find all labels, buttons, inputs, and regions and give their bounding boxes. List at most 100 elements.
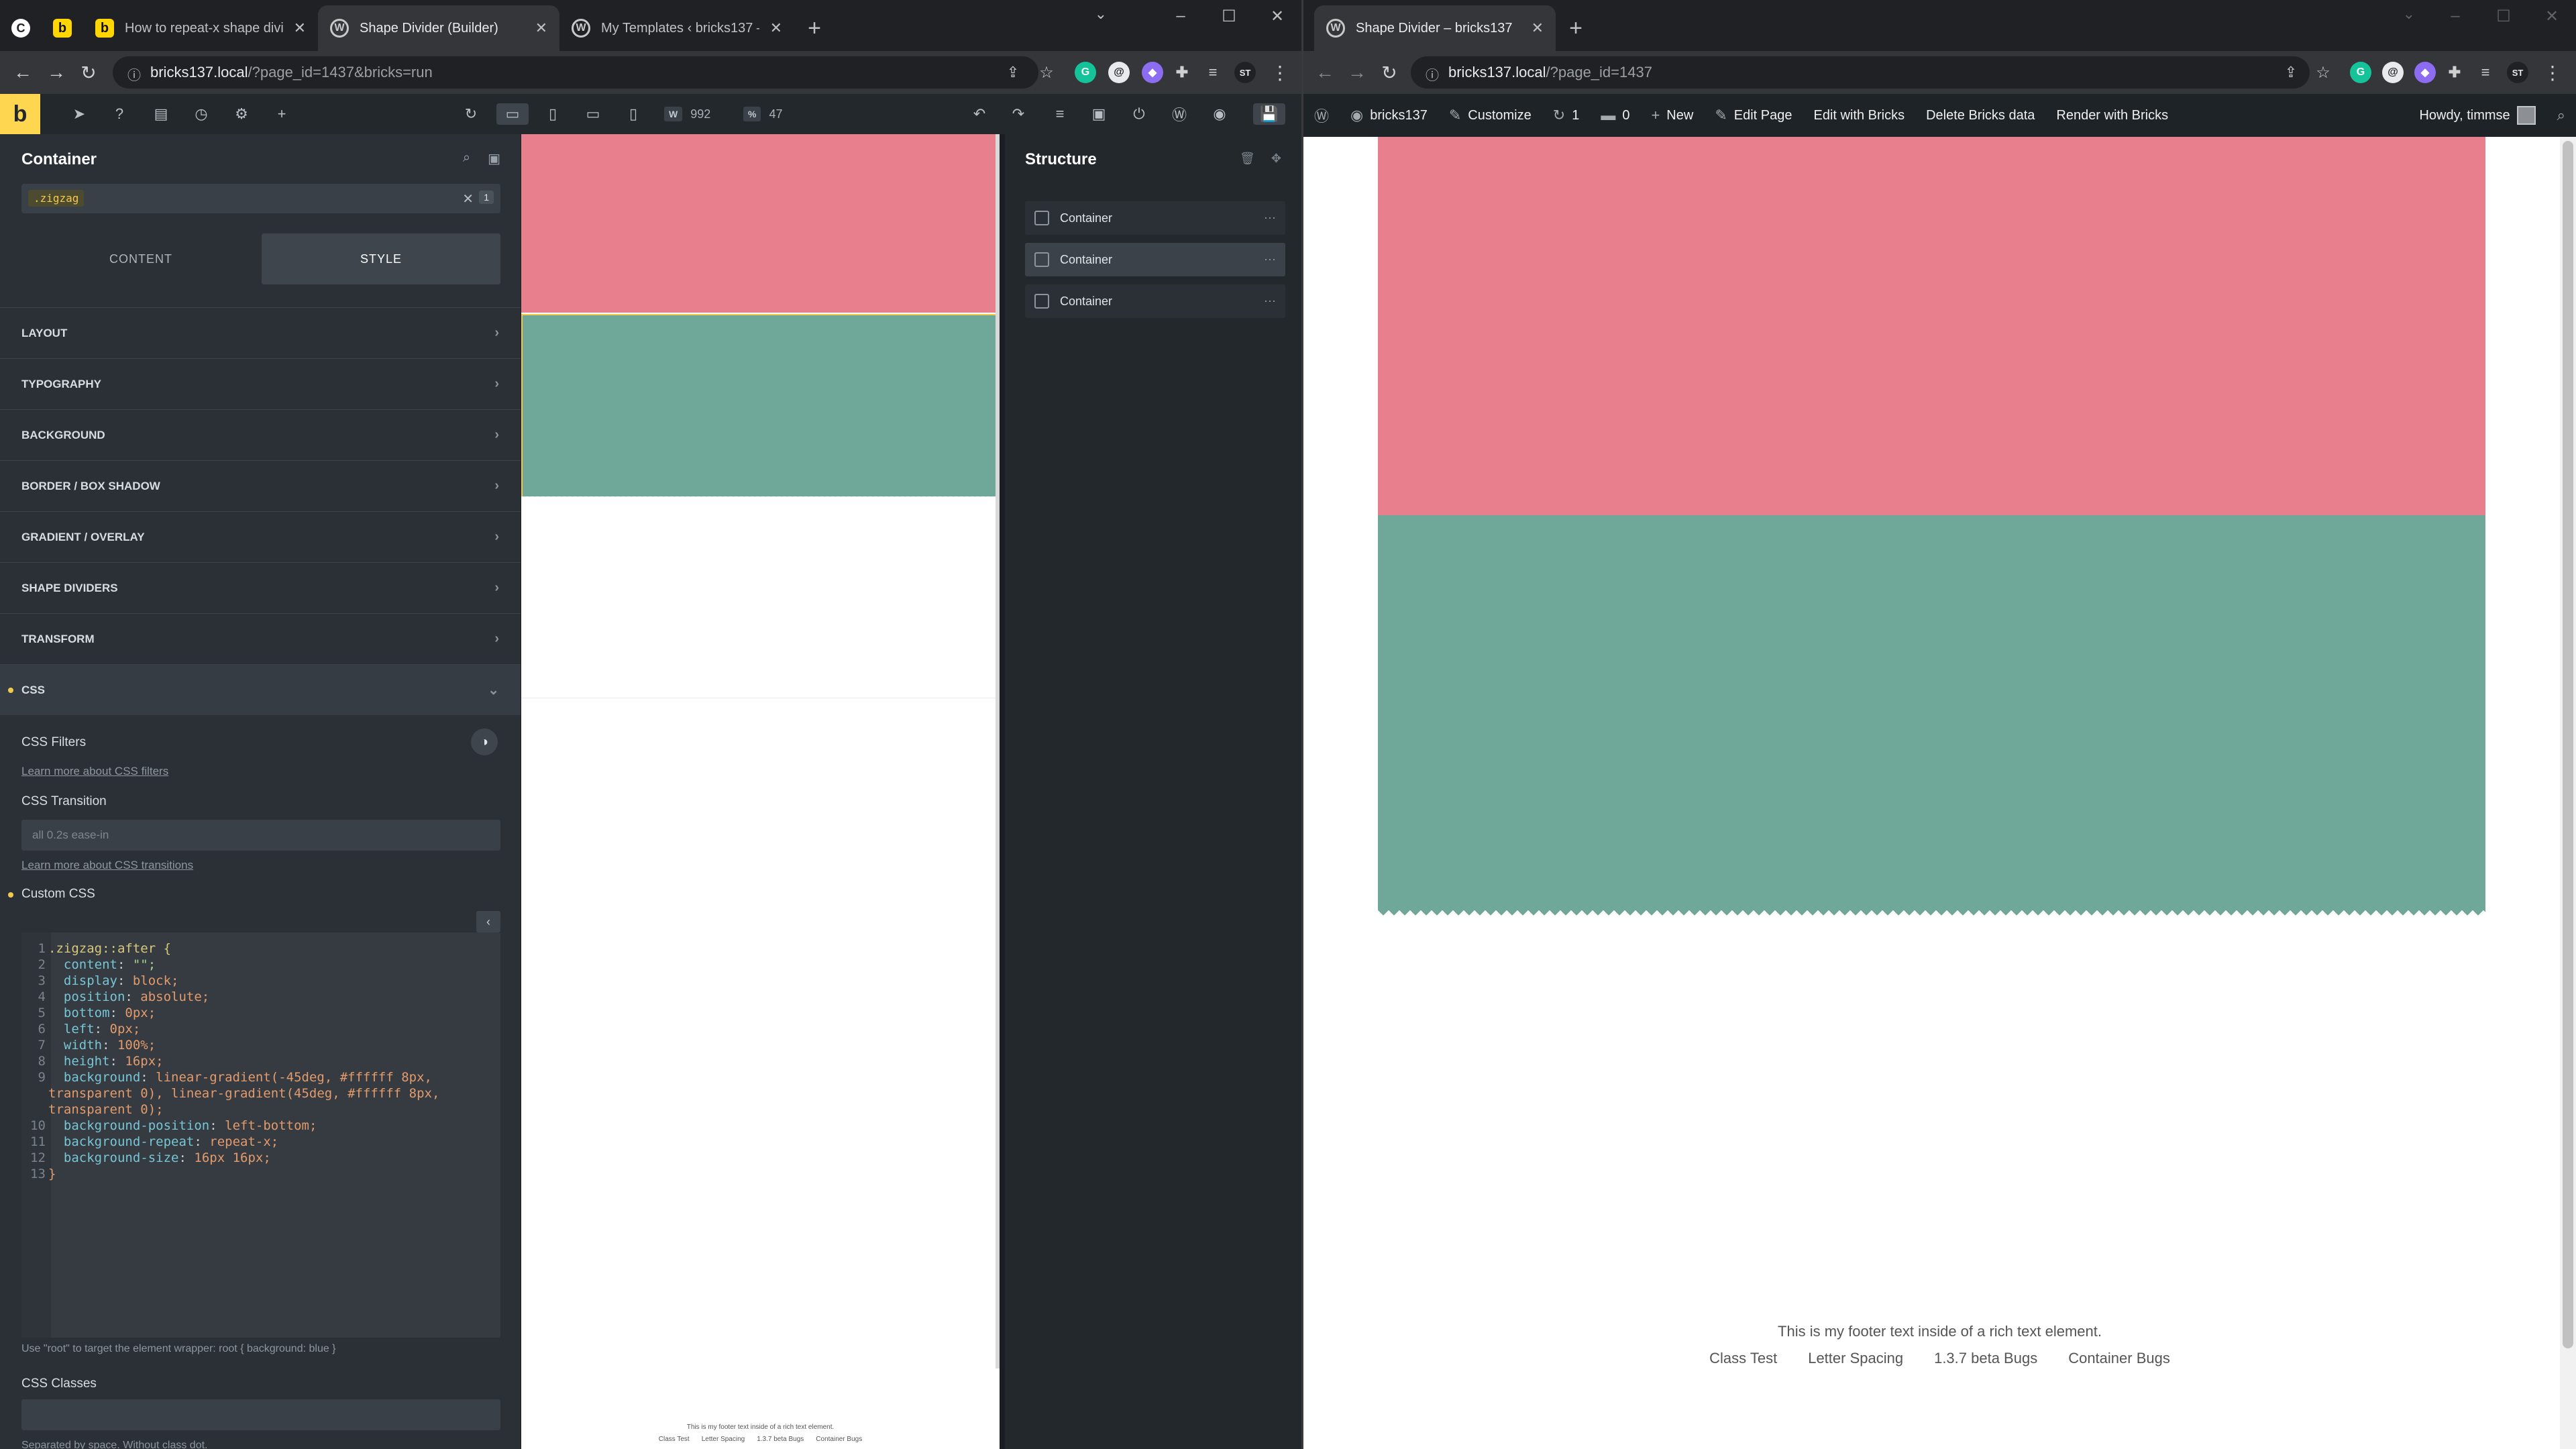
footer-link[interactable]: Container Bugs: [816, 1436, 862, 1443]
browser-menu-icon[interactable]: ⋮: [2539, 59, 2566, 86]
search-icon[interactable]: ⌕: [463, 150, 470, 167]
footer-link[interactable]: Container Bugs: [2068, 1350, 2170, 1367]
section-background[interactable]: BACKGROUND ›: [0, 409, 521, 460]
edit-with-bricks-link[interactable]: Edit with Bricks: [1803, 94, 1915, 137]
code-line[interactable]: 11 background-repeat: repeat-x;: [21, 1134, 500, 1150]
tab-templates[interactable]: W My Templates ‹ bricks137 — WordPress ✕: [559, 5, 794, 51]
page-scrollbar[interactable]: [2560, 137, 2576, 1449]
tab-content[interactable]: CONTENT: [21, 233, 260, 284]
undo-icon[interactable]: ↶: [969, 103, 990, 125]
section-gradient[interactable]: GRADIENT / OVERLAY ›: [0, 511, 521, 562]
bookmark-star-icon[interactable]: ☆: [2310, 59, 2337, 86]
extension-icon[interactable]: @: [2382, 62, 2404, 83]
back-icon[interactable]: ←: [1311, 59, 1338, 86]
add-icon[interactable]: +: [271, 103, 292, 125]
more-dots-icon[interactable]: ⋯: [1264, 294, 1276, 309]
footer-link[interactable]: Class Test: [1709, 1350, 1777, 1367]
code-line[interactable]: 4 position: absolute;: [21, 989, 500, 1005]
tab-search-icon[interactable]: ⌄: [2403, 5, 2415, 23]
settings-gear-icon[interactable]: ⚙: [231, 103, 252, 125]
reload-icon[interactable]: ↻: [75, 59, 102, 86]
tab-search-icon[interactable]: ⌄: [1095, 5, 1107, 23]
code-line[interactable]: 13}: [21, 1166, 500, 1182]
site-name-link[interactable]: ◉ bricks137: [1340, 94, 1438, 137]
structure-item[interactable]: Container ⋯: [1025, 201, 1285, 235]
wp-logo-menu[interactable]: Ⓦ: [1303, 94, 1340, 137]
desktop-breakpoint-icon[interactable]: ▭: [496, 103, 529, 125]
structure-toggle-icon[interactable]: ≡: [1049, 103, 1071, 125]
share-icon[interactable]: ⇪: [1000, 59, 1026, 86]
footer-link[interactable]: 1.3.7 beta Bugs: [757, 1436, 804, 1443]
code-line[interactable]: transparent 0), linear-gradient(45deg, #…: [21, 1085, 500, 1102]
maximize-icon[interactable]: ☐: [2479, 0, 2528, 32]
redo-icon[interactable]: ↷: [1008, 103, 1029, 125]
canvas-zoom-field[interactable]: % 47: [743, 103, 782, 125]
collapse-editor-icon[interactable]: ‹: [476, 911, 500, 932]
puzzle-extensions-icon[interactable]: ✚: [2444, 62, 2465, 83]
code-line[interactable]: 3 display: block;: [21, 973, 500, 989]
close-window-icon[interactable]: ✕: [2528, 0, 2576, 32]
footer-link[interactable]: Class Test: [659, 1436, 690, 1443]
css-transition-input[interactable]: all 0.2s ease-in: [21, 820, 500, 851]
css-transitions-link[interactable]: Learn more about CSS transitions: [21, 859, 193, 872]
section-css[interactable]: CSS ⌄: [0, 664, 521, 715]
code-line[interactable]: 6 left: 0px;: [21, 1021, 500, 1037]
my-account-menu[interactable]: Howdy, timmse: [2408, 94, 2546, 137]
close-window-icon[interactable]: ✕: [1253, 0, 1301, 32]
minimize-icon[interactable]: –: [1157, 0, 1205, 32]
edit-page-link[interactable]: ✎ Edit Page: [1704, 94, 1803, 137]
code-line[interactable]: 8 height: 16px;: [21, 1053, 500, 1069]
tablet-breakpoint-icon[interactable]: ▯: [542, 103, 564, 125]
close-tab-icon[interactable]: ✕: [535, 19, 547, 37]
wordpress-icon[interactable]: Ⓦ: [1169, 103, 1190, 125]
extension-icon[interactable]: @: [1108, 62, 1130, 83]
reading-list-icon[interactable]: ≡: [1202, 62, 1224, 83]
render-with-bricks-link[interactable]: Render with Bricks: [2045, 94, 2179, 137]
class-selector-input[interactable]: .zigzag ✕ 1: [21, 184, 500, 213]
custom-css-editor[interactable]: 1 .zigzag::after {2 content: ""; 3 display…: [21, 932, 500, 1338]
more-dots-icon[interactable]: ⋯: [1264, 253, 1276, 267]
tab-builder[interactable]: W Shape Divider (Builder) ✕: [318, 5, 559, 51]
url-input[interactable]: ⓘ bricks137.local/?page_id=1437: [1411, 56, 2310, 89]
code-line[interactable]: 5 bottom: 0px;: [21, 1005, 500, 1021]
customize-link[interactable]: ✎ Customize: [1438, 94, 1542, 137]
power-icon[interactable]: ⏻: [1128, 103, 1150, 125]
admin-search[interactable]: ⌕: [2546, 94, 2576, 137]
code-line[interactable]: transparent 0);: [21, 1102, 500, 1118]
canvas-width-field[interactable]: W 992: [664, 103, 710, 125]
section-shape-dividers[interactable]: SHAPE DIVIDERS ›: [0, 562, 521, 613]
close-tab-icon[interactable]: ✕: [770, 19, 782, 37]
new-tab-button[interactable]: +: [794, 5, 835, 51]
extension-icon[interactable]: ◆: [1142, 62, 1163, 83]
reload-icon[interactable]: ↻: [1376, 59, 1403, 86]
code-line[interactable]: 12 background-size: 16px 16px;: [21, 1150, 500, 1166]
grammarly-extension-icon[interactable]: G: [2350, 62, 2371, 83]
code-line[interactable]: 2 content: "";: [21, 957, 500, 973]
css-filters-toggle-icon[interactable]: ◑: [471, 729, 498, 755]
css-classes-input[interactable]: [21, 1399, 500, 1430]
forward-icon[interactable]: →: [1344, 59, 1371, 86]
zoom-value[interactable]: 47: [769, 107, 782, 121]
footer-link[interactable]: Letter Spacing: [1808, 1350, 1903, 1367]
pages-icon[interactable]: ▤: [150, 103, 172, 125]
code-line[interactable]: 10 background-position: left-bottom;: [21, 1118, 500, 1134]
pin-icon[interactable]: ✥: [1271, 152, 1281, 166]
extension-icon[interactable]: ◆: [2414, 62, 2436, 83]
url-input[interactable]: ⓘ bricks137.local/?page_id=1437&bricks=r…: [113, 56, 1038, 89]
more-dots-icon[interactable]: ⋯: [1264, 211, 1276, 225]
section-transform[interactable]: TRANSFORM ›: [0, 613, 521, 664]
profile-avatar[interactable]: ST: [1234, 62, 1256, 83]
section-typography[interactable]: TYPOGRAPHY ›: [0, 358, 521, 409]
pinned-tab-bricks[interactable]: b: [42, 5, 83, 51]
scrollbar-thumb[interactable]: [2563, 141, 2573, 1348]
delete-bricks-data-link[interactable]: Delete Bricks data: [1915, 94, 2045, 137]
bricks-logo-icon[interactable]: b: [0, 94, 40, 134]
structure-item[interactable]: Container ⋯: [1025, 284, 1285, 318]
section-layout[interactable]: LAYOUT ›: [0, 307, 521, 358]
footer-link[interactable]: 1.3.7 beta Bugs: [1934, 1350, 2037, 1367]
code-line[interactable]: 1 .zigzag::after {: [21, 941, 500, 957]
tab-style[interactable]: STYLE: [262, 233, 500, 284]
trash-icon[interactable]: 🗑: [1240, 152, 1255, 166]
code-line[interactable]: 7 width: 100%;: [21, 1037, 500, 1053]
section-border[interactable]: BORDER / BOX SHADOW ›: [0, 460, 521, 511]
